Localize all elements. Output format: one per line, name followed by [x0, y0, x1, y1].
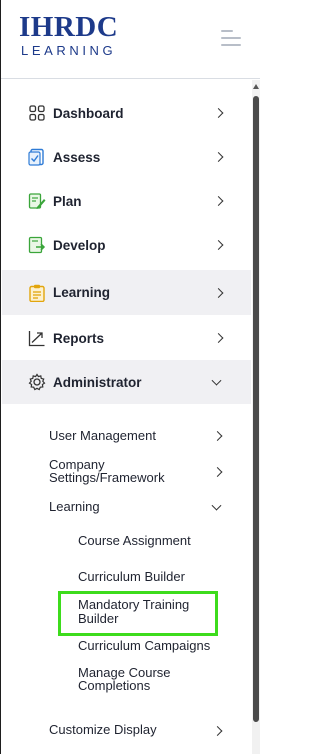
chevron-right-icon — [213, 152, 224, 162]
nav-item-dashboard[interactable]: Dashboard — [2, 91, 251, 135]
sidebar-header: IHRDC LEARNING — [1, 0, 260, 79]
pencil-note-icon — [28, 193, 46, 209]
sub-item-user-management[interactable]: User Management — [2, 426, 251, 446]
nav-item-develop[interactable]: Develop — [2, 223, 251, 267]
menu-item-course-assignment[interactable]: Course Assignment — [78, 534, 191, 548]
sub-item-company-settings[interactable]: Company Settings/Framework — [2, 455, 251, 489]
trend-arrow-icon — [28, 331, 45, 347]
nav-label-assess: Assess — [53, 149, 101, 165]
sub-item-customize-display[interactable]: Customize Display — [2, 720, 251, 742]
nav-label-develop: Develop — [53, 237, 106, 253]
menu-item-curriculum-builder[interactable]: Curriculum Builder — [78, 570, 185, 584]
clipboard-icon — [29, 284, 45, 302]
nav-label-reports: Reports — [53, 330, 105, 346]
menu-item-mandatory-training-builder[interactable]: Mandatory Training Builder — [58, 591, 218, 636]
chevron-right-icon — [213, 196, 224, 206]
scroll-up-arrow-icon[interactable] — [253, 84, 259, 89]
gear-icon — [28, 373, 46, 391]
menu-item-manage-course-completions[interactable]: Manage Course Completions — [78, 663, 228, 693]
scrollbar-thumb[interactable] — [253, 96, 259, 722]
brand-logo[interactable]: IHRDC — [19, 10, 118, 44]
nav-item-administrator[interactable]: Administrator — [2, 360, 251, 404]
sub-label-user-management: User Management — [49, 428, 156, 443]
check-clipboard-icon — [28, 148, 44, 166]
chevron-right-icon — [213, 240, 224, 250]
nav-item-reports[interactable]: Reports — [2, 316, 251, 360]
menu-label-mandatory-line2: Builder — [78, 611, 119, 626]
sub-item-learning[interactable]: Learning — [2, 497, 251, 517]
sub-label-learning: Learning — [49, 499, 100, 514]
chevron-right-icon — [213, 287, 224, 298]
chevron-down-icon — [211, 500, 222, 511]
nav-label-administrator: Administrator — [53, 374, 142, 390]
chevron-right-icon — [213, 108, 224, 118]
menu-label-manage-line2: Completions — [78, 678, 151, 693]
nav-label-learning: Learning — [53, 285, 111, 300]
nav-item-assess[interactable]: Assess — [2, 135, 251, 179]
chevron-down-icon — [211, 375, 222, 386]
menu-label-mandatory-line1: Mandatory Training — [78, 597, 190, 612]
menu-toggle-button[interactable] — [221, 28, 243, 48]
sidebar: IHRDC LEARNING Dashboard Assess Plan Dev… — [0, 0, 260, 754]
chevron-right-icon — [212, 726, 223, 736]
menu-item-curriculum-campaigns[interactable]: Curriculum Campaigns — [78, 639, 210, 653]
nav-item-plan[interactable]: Plan — [2, 179, 251, 223]
sub-label-customize-display: Customize Display — [49, 722, 157, 737]
sub-label-company-settings-line2: Settings/Framework — [49, 470, 165, 485]
document-arrow-icon — [28, 236, 46, 254]
nav-label-dashboard: Dashboard — [53, 105, 124, 121]
chevron-right-icon — [212, 431, 223, 441]
grid-icon — [29, 105, 45, 121]
chevron-right-icon — [213, 333, 224, 343]
nav-label-plan: Plan — [53, 193, 82, 209]
brand-tagline: LEARNING — [21, 43, 117, 58]
chevron-right-icon — [212, 467, 223, 477]
nav-item-learning[interactable]: Learning — [2, 270, 251, 315]
